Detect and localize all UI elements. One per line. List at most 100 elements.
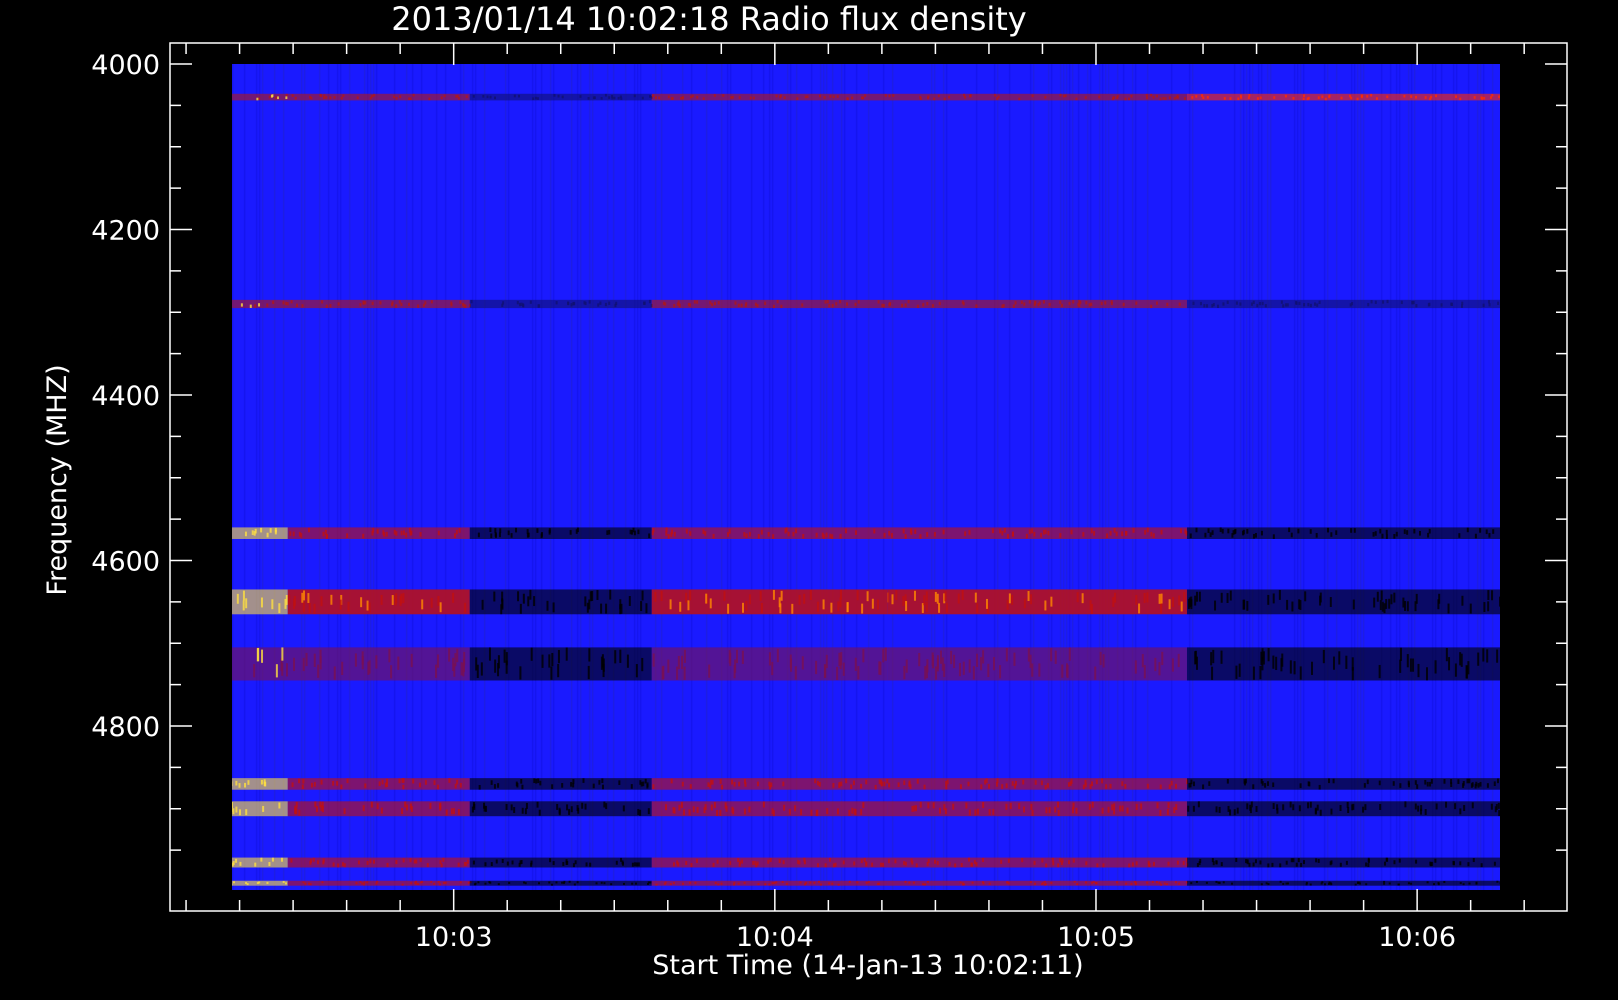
texture-streak xyxy=(1266,64,1269,890)
band-speckle xyxy=(529,589,532,600)
band-speckle xyxy=(1498,95,1500,99)
band-speckle xyxy=(570,303,573,307)
band-speckle xyxy=(463,651,466,666)
texture-streak xyxy=(825,64,828,890)
band-speckle xyxy=(1264,304,1267,308)
band-speckle xyxy=(1229,809,1232,816)
band-speckle xyxy=(332,781,335,786)
texture-streak xyxy=(660,64,663,890)
band-speckle xyxy=(1298,805,1301,812)
band-speckle xyxy=(1164,97,1167,100)
band-speckle xyxy=(730,96,733,99)
texture-streak xyxy=(882,64,885,890)
texture-streak xyxy=(1491,64,1494,890)
texture-streak xyxy=(1293,64,1296,890)
band-speckle xyxy=(683,649,686,663)
band-speckle xyxy=(443,94,446,98)
band-speckle xyxy=(1434,858,1437,863)
band-speckle xyxy=(1195,656,1198,670)
band-speckle xyxy=(1345,655,1348,669)
band-speckle xyxy=(1059,93,1062,97)
band-speckle xyxy=(1463,805,1466,812)
band-speckle xyxy=(235,858,238,863)
band-speckle xyxy=(439,803,442,810)
band-speckle xyxy=(681,96,684,99)
band-speckle xyxy=(301,304,304,308)
band-speckle xyxy=(1030,594,1033,605)
band-speckle xyxy=(366,881,369,884)
band-speckle xyxy=(455,529,458,535)
band-speckle xyxy=(368,602,371,613)
band-speckle xyxy=(852,780,855,786)
texture-streak xyxy=(633,64,636,890)
band-speckle xyxy=(1237,97,1240,101)
band-speckle xyxy=(1454,95,1457,98)
band-speckle xyxy=(1472,858,1475,863)
band-speckle xyxy=(1414,780,1417,785)
band-speckle xyxy=(1211,858,1214,863)
band-speckle xyxy=(831,882,834,885)
band-speckle xyxy=(740,303,743,307)
band-speckle xyxy=(673,807,676,814)
band-speckle xyxy=(1316,303,1319,307)
band-speckle xyxy=(1380,590,1383,601)
band-speckle xyxy=(1367,863,1370,868)
band-speckle xyxy=(1084,96,1087,99)
band-speckle xyxy=(755,863,758,868)
band-speckle xyxy=(601,778,604,784)
band-speckle xyxy=(1075,807,1078,814)
band-speckle xyxy=(1469,603,1472,614)
band-speckle xyxy=(851,807,854,814)
band-speckle xyxy=(936,861,939,866)
band-speckle xyxy=(401,883,404,886)
band-speckle xyxy=(1146,881,1149,884)
band-speckle xyxy=(1362,806,1365,813)
band-speckle xyxy=(521,784,524,790)
band-speckle xyxy=(1067,782,1070,787)
band-speckle xyxy=(1052,861,1055,866)
band-speckle xyxy=(864,94,867,97)
band-speckle xyxy=(1248,94,1251,97)
band-speckle xyxy=(282,880,285,883)
band-speckle xyxy=(418,782,421,788)
band-speckle xyxy=(302,881,305,884)
texture-streak xyxy=(930,64,933,890)
band-speckle xyxy=(1490,803,1493,810)
band-speckle xyxy=(926,301,929,306)
band-speckle xyxy=(608,529,611,535)
band-speckle xyxy=(1205,881,1208,884)
texture-streak xyxy=(1131,64,1134,890)
band-speckle xyxy=(1454,663,1457,677)
band-speckle xyxy=(919,95,922,99)
band-speckle xyxy=(660,591,663,602)
band-speckle xyxy=(1201,94,1204,97)
band-speckle xyxy=(1279,880,1282,883)
band-speckle xyxy=(1433,883,1436,886)
band-speckle xyxy=(1076,883,1079,886)
band-speckle xyxy=(1399,647,1402,661)
band-speckle xyxy=(1044,785,1047,790)
band-speckle xyxy=(866,591,869,602)
band-speckle xyxy=(1066,664,1069,679)
band-speckle xyxy=(558,809,561,816)
band-speckle xyxy=(1434,660,1437,674)
band-speckle xyxy=(1402,597,1405,608)
band-speckle xyxy=(525,802,528,809)
band-speckle xyxy=(683,809,686,816)
band-speckle xyxy=(1486,783,1489,788)
band-speckle xyxy=(880,862,883,867)
band-speckle xyxy=(945,781,948,786)
band-segment xyxy=(651,299,888,309)
band-speckle xyxy=(871,598,874,609)
band-speckle xyxy=(291,94,294,97)
band-speckle xyxy=(295,303,298,307)
band-speckle xyxy=(1303,303,1306,307)
band-speckle xyxy=(1461,595,1464,606)
band-speckle xyxy=(904,534,907,539)
band-speckle xyxy=(555,881,558,884)
band-speckle xyxy=(1034,882,1037,885)
band-speckle xyxy=(258,303,261,307)
band-speckle xyxy=(985,598,988,609)
band-speckle xyxy=(953,654,956,669)
band-speckle xyxy=(333,666,336,680)
